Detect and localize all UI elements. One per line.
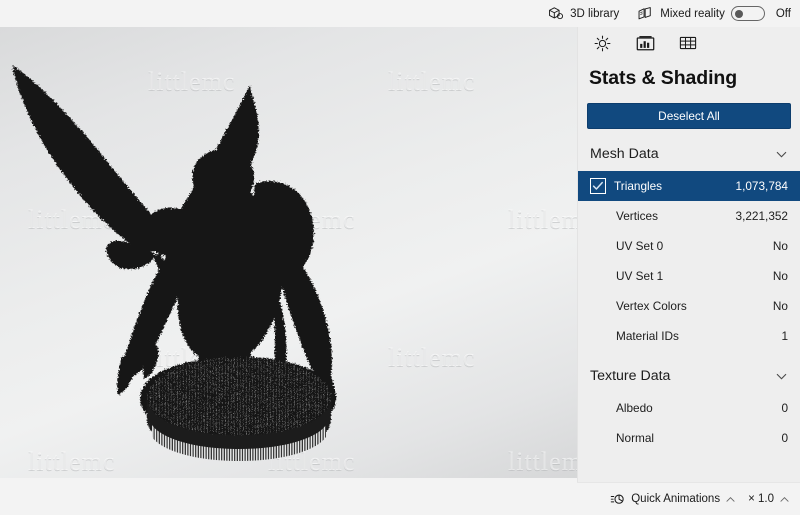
wireframe-model[interactable] <box>0 27 577 478</box>
mixed-reality-icon <box>638 7 652 20</box>
grid-icon <box>679 36 697 50</box>
chevron-up-icon <box>780 496 789 502</box>
grid-tab[interactable] <box>675 32 701 54</box>
animation-speed-button[interactable]: × 1.0 <box>744 486 794 512</box>
panel-tab-bar <box>578 27 800 59</box>
mesh-row-label: Triangles <box>614 179 663 193</box>
mesh-row-value: No <box>772 269 788 283</box>
3d-library-button[interactable]: 3D library <box>538 0 628 27</box>
viewport-bottom-fill <box>0 478 577 515</box>
quick-animations-button[interactable]: Quick Animations <box>606 486 740 512</box>
animation-icon <box>610 494 624 504</box>
mesh-row-label: UV Set 0 <box>616 239 664 253</box>
texture-row-label: Albedo <box>616 401 653 415</box>
stats-icon <box>636 35 654 50</box>
mesh-row-uv-set-1[interactable]: UV Set 1 No <box>578 261 800 291</box>
animation-speed-label: × 1.0 <box>748 493 774 505</box>
quick-animations-label: Quick Animations <box>631 493 721 505</box>
texture-row-normal[interactable]: Normal 0 <box>578 423 800 453</box>
stats-shading-tab[interactable] <box>632 32 658 54</box>
mesh-row-value: 1 <box>781 329 788 343</box>
bottom-command-bar: Quick Animations × 1.0 <box>577 482 800 515</box>
mixed-reality-toggle[interactable] <box>730 6 765 21</box>
lighting-tab[interactable] <box>589 32 615 54</box>
mixed-reality-label: Mixed reality <box>660 7 725 20</box>
mesh-row-label: Vertices <box>616 209 658 223</box>
mesh-row-value: No <box>772 299 788 313</box>
texture-row-label: Normal <box>616 431 655 445</box>
deselect-all-label: Deselect All <box>658 109 720 123</box>
3d-viewport[interactable]: littlemc littlemc littlemc littlemc litt… <box>0 27 577 478</box>
top-command-bar: 3D library Mixed reality Off <box>0 0 800 27</box>
section-header-mesh-data[interactable]: Mesh Data <box>578 137 800 171</box>
mesh-row-vertices[interactable]: Vertices 3,221,352 <box>578 201 800 231</box>
texture-row-value: 0 <box>781 431 788 445</box>
triangles-checkbox[interactable] <box>590 178 606 194</box>
texture-row-value: 0 <box>781 401 788 415</box>
section-title-texture-data: Texture Data <box>590 368 671 384</box>
chevron-up-icon <box>726 496 735 502</box>
texture-row-albedo[interactable]: Albedo 0 <box>578 393 800 423</box>
toggle-knob <box>734 9 744 19</box>
3d-library-label: 3D library <box>570 7 620 20</box>
mixed-reality-control[interactable]: Mixed reality Off <box>628 0 800 27</box>
section-header-texture-data[interactable]: Texture Data <box>578 359 800 393</box>
deselect-all-button[interactable]: Deselect All <box>587 103 791 129</box>
page-title: Stats & Shading <box>589 67 738 89</box>
mesh-row-label: Material IDs <box>616 329 679 343</box>
mesh-row-vertex-colors[interactable]: Vertex Colors No <box>578 291 800 321</box>
cube-library-icon <box>549 7 564 20</box>
stats-shading-panel: Stats & Shading Deselect All Mesh Data T… <box>577 27 800 482</box>
mesh-row-label: UV Set 1 <box>616 269 664 283</box>
chevron-down-icon <box>776 373 787 380</box>
mesh-row-label: Vertex Colors <box>616 299 687 313</box>
mesh-row-value: 1,073,784 <box>735 179 788 193</box>
mesh-row-value: 3,221,352 <box>735 209 788 223</box>
section-title-mesh-data: Mesh Data <box>590 146 659 162</box>
3d-viewer-window: 3D library Mixed reality Off littlemc li… <box>0 0 800 515</box>
mesh-row-triangles[interactable]: Triangles 1,073,784 <box>578 171 800 201</box>
sun-icon <box>594 35 610 51</box>
mixed-reality-toggle-state: Off <box>775 7 791 20</box>
mesh-row-uv-set-0[interactable]: UV Set 0 No <box>578 231 800 261</box>
mesh-row-material-ids[interactable]: Material IDs 1 <box>578 321 800 351</box>
checkmark-icon <box>592 181 603 190</box>
chevron-down-icon <box>776 151 787 158</box>
mesh-row-value: No <box>772 239 788 253</box>
